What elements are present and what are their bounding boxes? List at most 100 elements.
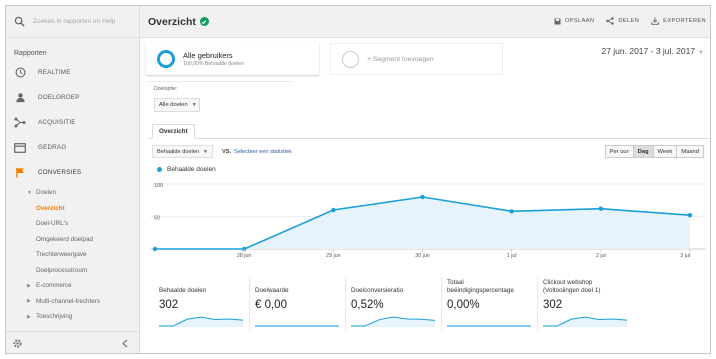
metric-card[interactable]: Clickout webshop (Voltooiingen doel 1) 30… (538, 277, 634, 331)
tab-overview[interactable]: Overzicht (152, 124, 195, 139)
search-input[interactable]: Zoeken in rapporten en Help (33, 18, 115, 25)
metric-value: 0,00% (447, 299, 480, 311)
sidebar-item-conversions[interactable]: CONVERSIES (6, 160, 139, 185)
sparkline (255, 325, 339, 327)
export-label: EXPORTEREN (663, 18, 706, 24)
sidebar-item-realtime[interactable]: REALTIME (6, 60, 139, 85)
search-bar[interactable]: Zoeken in rapporten en Help (6, 6, 139, 38)
save-icon (554, 18, 561, 24)
empty-ring-icon (342, 50, 359, 68)
metric-select[interactable]: Behaalde doelen ▼ (152, 145, 213, 158)
sparkline (543, 316, 627, 327)
metric-card[interactable]: Doelwaarde € 0,00 (250, 277, 346, 331)
caret-right-icon: ▶ (27, 298, 31, 305)
sidebar-item-label: E-commerce (36, 282, 72, 290)
x-tick-label: 2 jul (596, 253, 606, 259)
sidebar-item-label: Toeschrijving (36, 313, 73, 321)
app-frame: Zoeken in rapporten en Help Rapporten RE… (5, 5, 711, 354)
sidebar: Zoeken in rapporten en Help Rapporten RE… (6, 6, 140, 353)
period-week-button[interactable]: Week (652, 145, 678, 158)
metric-select-value: Behaalde doelen (157, 148, 199, 155)
collapse-icon[interactable] (121, 339, 129, 348)
header-bar: Overzicht OPSLAAN DELEN EXPORTEREN (140, 6, 710, 38)
x-tick-label: 1 jul (507, 253, 517, 259)
behavior-icon (14, 142, 26, 154)
period-day-button[interactable]: Dag (632, 145, 654, 158)
vs-label: VS. (222, 149, 232, 155)
segment-subtitle: 100,00% Behaalde doelen (183, 61, 244, 67)
caret-down-icon: ▼ (191, 102, 197, 108)
sidebar-item-label: DOELGROEP (38, 94, 80, 101)
legend-dot (157, 167, 162, 172)
search-icon (14, 16, 25, 27)
metric-label: Doelconversieratio (351, 286, 404, 294)
period-hourly-button[interactable]: Per uur (604, 145, 634, 158)
sidebar-item-goal-flow[interactable]: Doelprocesstroom (6, 263, 139, 279)
export-button[interactable]: EXPORTEREN (651, 17, 706, 25)
sidebar-item-overview[interactable]: Overzicht (6, 201, 139, 217)
sidebar-item-label: ACQUISITIE (38, 119, 76, 126)
save-button[interactable]: OPSLAAN (554, 17, 595, 25)
add-segment-button[interactable]: + Segment toevoegen (330, 43, 503, 75)
sidebar-item-goal-urls[interactable]: Doel-URL's (6, 216, 139, 232)
sparkline (159, 316, 243, 327)
flag-icon (14, 167, 26, 179)
caret-down-icon: ▼ (698, 50, 704, 56)
metric-card[interactable]: Totaal beëindigingspercentage 0,00% (442, 277, 538, 331)
sidebar-item-reverse-goal-path[interactable]: Omgekeerd doelpad (6, 232, 139, 248)
metric-value: 302 (159, 299, 179, 311)
metric-card[interactable]: Doelconversieratio 0,52% (346, 277, 442, 331)
metric-value: 302 (543, 299, 563, 311)
goals-line-chart[interactable]: 100 50 28 jun 29 jun 30 jun 1 jul 2 jul 3 jul (150, 176, 706, 268)
divider (148, 81, 293, 82)
y-tick-label: 50 (154, 216, 160, 222)
x-tick-label: 30 jun (415, 253, 429, 259)
sidebar-item-label: REALTIME (38, 69, 71, 76)
sidebar-footer (6, 331, 139, 353)
share-icon (606, 17, 615, 25)
clock-icon (14, 67, 26, 79)
share-label: DELEN (618, 18, 640, 24)
sidebar-item-ecommerce[interactable]: ▶ E-commerce (6, 278, 139, 294)
caret-down-icon: ▼ (27, 189, 32, 196)
sidebar-item-label: Multi-channel-trechters (36, 297, 101, 305)
goal-option-label: Doeloptie: (154, 86, 178, 92)
segment-name: Alle gebruikers (183, 51, 233, 60)
metric-label: Clickout webshop (Voltooiingen doel 1) (543, 279, 601, 294)
sparkline (351, 316, 435, 327)
sidebar-item-behavior[interactable]: GEDRAG (6, 135, 139, 160)
export-icon (651, 17, 659, 25)
sidebar-item-audience[interactable]: DOELGROEP (6, 85, 139, 110)
share-button[interactable]: DELEN (606, 17, 639, 25)
segment-ring-icon (157, 50, 175, 68)
sidebar-item-multichannel[interactable]: ▶ Multi-channel-trechters (6, 294, 139, 310)
x-tick-label: 28 jun (237, 253, 251, 259)
metric-value: € 0,00 (255, 299, 287, 311)
sidebar-item-funnel-view[interactable]: Trechterweergave (6, 247, 139, 263)
y-tick-label: 100 (154, 183, 163, 189)
chart-legend: Behaalde doelen (157, 166, 216, 173)
date-range-label: 27 jun. 2017 - 3 jul. 2017 (601, 46, 696, 56)
data-point (687, 213, 693, 218)
metric-card[interactable]: Behaalde doelen 302 (154, 277, 250, 331)
x-tick-label: 29 jun (326, 253, 340, 259)
data-point (420, 194, 425, 200)
select-statistic-link[interactable]: Selecteer een statistiek (234, 149, 292, 155)
sidebar-group-goals[interactable]: ▼ Doelen (6, 185, 139, 201)
period-month-button[interactable]: Maand (676, 145, 704, 158)
date-range-picker[interactable]: 27 jun. 2017 - 3 jul. 2017 ▼ (601, 46, 704, 56)
main-content: Overzicht OPSLAAN DELEN EXPORTEREN Alle … (140, 6, 710, 353)
tab-bar: Overzicht (148, 124, 710, 139)
segment-card-all-users[interactable]: Alle gebruikers 100,00% Behaalde doelen (146, 43, 319, 75)
goal-option-value: Alle doelen (159, 102, 188, 108)
sidebar-item-label: GEDRAG (38, 144, 67, 151)
acquisition-icon (14, 117, 26, 129)
data-point (509, 209, 514, 214)
goal-option-select[interactable]: Alle doelen ▼ (154, 98, 200, 112)
metric-label: Behaalde doelen (159, 286, 207, 294)
page-title: Overzicht (148, 15, 196, 28)
gear-icon[interactable] (12, 338, 23, 349)
sidebar-item-attribution[interactable]: ▶ Toeschrijving (6, 309, 139, 325)
x-tick-label: 3 jul (680, 253, 690, 259)
sidebar-item-acquisition[interactable]: ACQUISITIE (6, 110, 139, 135)
